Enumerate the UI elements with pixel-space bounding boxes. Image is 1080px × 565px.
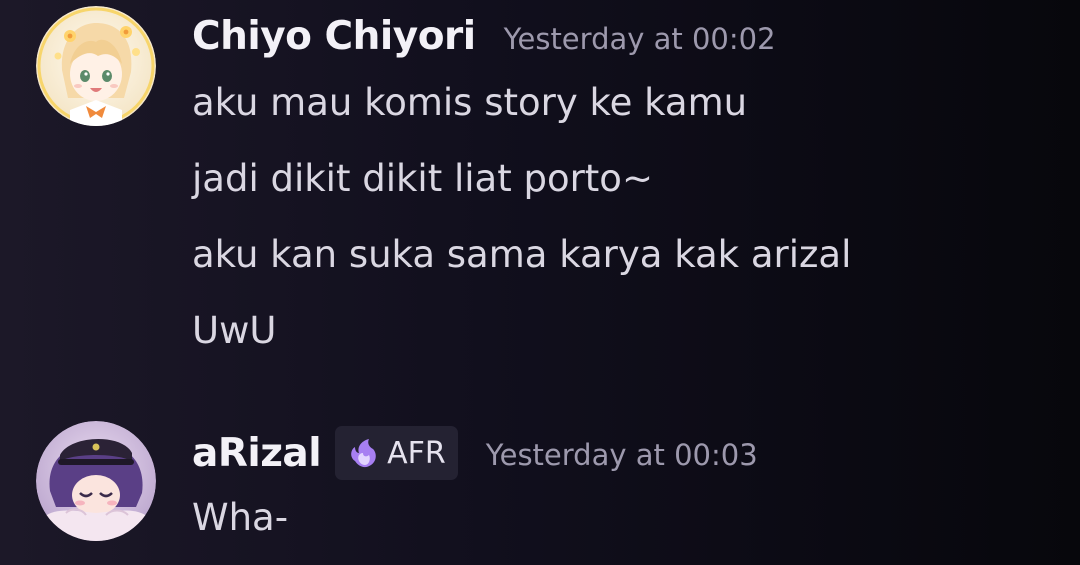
username-chiyo[interactable]: Chiyo Chiyori [192, 14, 476, 59]
timestamp-arizal[interactable]: Yesterday at 00:03 [486, 438, 758, 472]
timestamp-chiyo[interactable]: Yesterday at 00:02 [504, 22, 776, 56]
message-line: UwU [192, 309, 277, 352]
anime-boy-avatar-icon [36, 421, 156, 541]
username-arizal[interactable]: aRizal [192, 431, 322, 476]
server-tag-label: AFR [387, 435, 446, 471]
message-line: Wha- [192, 496, 289, 539]
message-line: aku mau komis story ke kamu [192, 81, 748, 124]
avatar-chiyo[interactable] [36, 6, 156, 126]
message-line: jadi dikit dikit liat porto~ [192, 157, 653, 200]
message-header-arizal: aRizal AFR Yesterday at 00:03 [192, 426, 758, 480]
purple-flame-icon [351, 439, 376, 468]
anime-girl-avatar-icon [36, 6, 156, 126]
server-tag-badge[interactable]: AFR [335, 426, 458, 480]
message-line: aku kan suka sama karya kak arizal [192, 233, 852, 276]
avatar-arizal[interactable] [36, 421, 156, 541]
message-header-chiyo: Chiyo Chiyori Yesterday at 00:02 [192, 14, 776, 59]
